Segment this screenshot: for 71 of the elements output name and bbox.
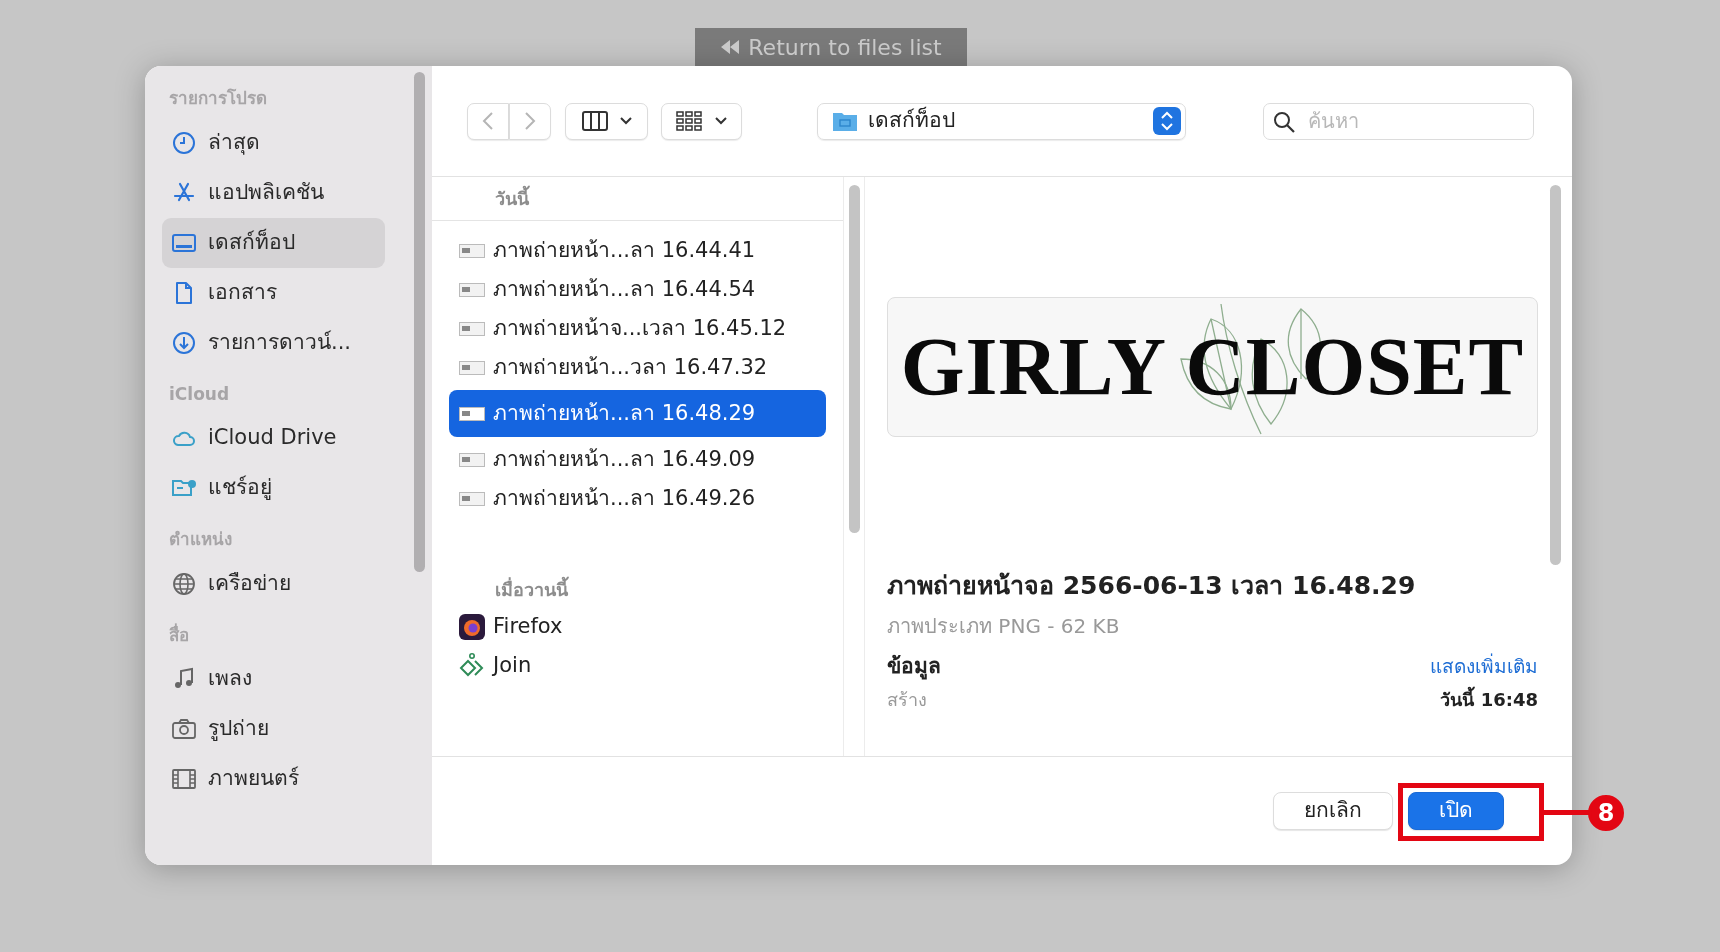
- sidebar-heading: รายการโปรด: [169, 87, 268, 110]
- open-button[interactable]: เปิด: [1408, 792, 1504, 830]
- sidebar-item[interactable]: แอปพลิเคชัน: [162, 167, 385, 218]
- file-row[interactable]: ภาพถ่ายหน้า...ลา 16.44.54: [449, 270, 826, 309]
- search-icon: [1273, 110, 1295, 133]
- stepper-icon: [1153, 107, 1181, 135]
- file-row[interactable]: ภาพถ่ายหน้า...ลา 16.44.41: [449, 231, 826, 270]
- field-value: วันนี้ 16:48: [1440, 686, 1538, 713]
- search-field[interactable]: ค้นหา: [1263, 102, 1534, 140]
- columns-icon: [581, 111, 608, 131]
- sidebar-item[interactable]: รูปถ่าย: [162, 704, 385, 754]
- sidebar-item[interactable]: ภาพยนตร์: [162, 754, 385, 804]
- grid-icon: [676, 110, 703, 132]
- column-view-button[interactable]: [565, 102, 648, 140]
- file-row[interactable]: ภาพถ่ายหน้า...ลา 16.49.26: [449, 479, 826, 518]
- sidebar-heading: iCloud: [169, 382, 231, 406]
- screenshot-thumbnail-icon: [459, 282, 485, 297]
- file-type: ภาพประเภท PNG - 62 KB: [887, 612, 1121, 640]
- sidebar-heading: ตำแหน่ง: [169, 528, 233, 551]
- group-heading: เมื่อวานนี้: [432, 568, 843, 607]
- grid-view-button[interactable]: [661, 102, 742, 140]
- file-row[interactable]: ภาพถ่ายหน้า...วลา 16.47.32: [449, 348, 826, 387]
- clock-icon: [172, 130, 196, 155]
- rewind-icon: [720, 38, 741, 56]
- group-heading: วันนี้: [432, 177, 843, 221]
- location-popup[interactable]: เดสก์ท็อป: [817, 102, 1186, 140]
- sidebar-item[interactable]: เครือข่าย: [162, 558, 385, 609]
- file-title: ภาพถ่ายหน้าจอ 2566-06-13 เวลา 16.48.29: [887, 570, 1417, 602]
- sidebar-item[interactable]: ล่าสุด: [162, 117, 385, 168]
- film-icon: [172, 767, 196, 791]
- sidebar-item[interactable]: เพลง: [162, 654, 385, 704]
- sidebar-item[interactable]: เดสก์ท็อป: [162, 217, 385, 268]
- screenshot-thumbnail-icon: [459, 406, 485, 421]
- show-more-link[interactable]: แสดงเพิ่มเติม: [1430, 652, 1538, 681]
- camera-icon: [172, 717, 196, 741]
- file-row[interactable]: ภาพถ่ายหน้า...ลา 16.49.09: [449, 440, 826, 479]
- field-label: สร้าง: [887, 688, 927, 712]
- globe-icon: [172, 571, 196, 596]
- download-icon: [172, 330, 196, 355]
- screenshot-thumbnail-icon: [459, 243, 485, 258]
- forward-button[interactable]: [509, 102, 551, 140]
- scrollbar-thumb[interactable]: [849, 185, 860, 533]
- file-row[interactable]: ภาพถ่ายหน้า...ลา 16.48.29: [449, 390, 826, 437]
- sidebar-item[interactable]: แชร์อยู่: [162, 463, 385, 513]
- back-button[interactable]: [467, 102, 509, 140]
- screenshot-thumbnail-icon: [459, 491, 485, 506]
- sidebar-item[interactable]: รายการดาวน์...: [162, 317, 385, 368]
- screenshot-thumbnail-icon: [459, 452, 485, 467]
- cancel-button[interactable]: ยกเลิก: [1273, 792, 1393, 830]
- diamond-icon: [459, 652, 485, 679]
- music-note-icon: [172, 667, 196, 691]
- chevron-right-icon: [524, 111, 536, 131]
- logo: GIRLY CLOSET: [900, 299, 1525, 435]
- file-row[interactable]: ภาพถ่ายหน้าจ...เวลา 16.45.12: [449, 309, 826, 348]
- scrollbar-thumb[interactable]: [1550, 185, 1561, 565]
- screenshot-thumbnail-icon: [459, 360, 485, 375]
- sidebar-item[interactable]: เอกสาร: [162, 267, 385, 318]
- chevron-down-icon: [619, 117, 632, 125]
- firefox-icon: [459, 613, 485, 640]
- chevron-down-icon: [715, 117, 727, 125]
- scrollbar-thumb[interactable]: [414, 72, 425, 572]
- screenshot-thumbnail-icon: [459, 321, 485, 336]
- file-row[interactable]: Firefox: [449, 607, 826, 646]
- file-row[interactable]: Join: [449, 646, 826, 685]
- info-heading: ข้อมูล: [887, 652, 941, 682]
- folder-icon: [832, 110, 858, 132]
- chevron-left-icon: [482, 111, 494, 131]
- step-number-badge: 8: [1588, 795, 1624, 831]
- location-label: เดสก์ท็อป: [868, 105, 956, 135]
- sidebar-heading: สื่อ: [169, 622, 190, 647]
- sidebar-item[interactable]: iCloud Drive: [162, 413, 385, 463]
